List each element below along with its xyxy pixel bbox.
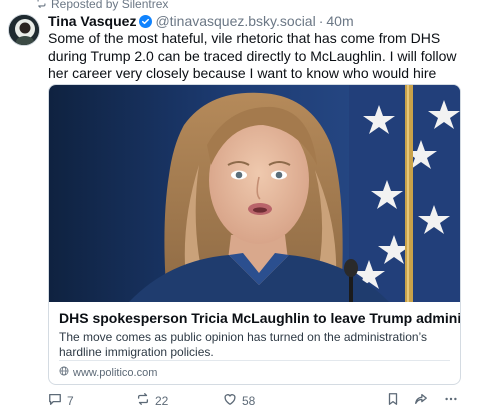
post-timestamp[interactable]: 40m xyxy=(326,13,353,30)
avatar[interactable] xyxy=(8,14,40,46)
like-icon xyxy=(223,392,237,408)
more-icon xyxy=(444,392,458,408)
repost-icon xyxy=(136,392,150,408)
like-count: 58 xyxy=(242,393,256,408)
link-card-divider xyxy=(59,360,450,361)
post-actions: 7 22 58 xyxy=(48,392,468,408)
separator-dot: · xyxy=(318,13,324,29)
like-button[interactable]: 58 xyxy=(223,392,255,408)
reply-button[interactable]: 7 xyxy=(48,392,74,408)
share-icon xyxy=(414,392,428,408)
reply-count: 7 xyxy=(67,393,74,408)
verified-icon xyxy=(139,15,153,28)
link-card-image xyxy=(49,85,460,302)
repost-icon xyxy=(36,0,47,11)
repost-label: Reposted by Silentrex xyxy=(51,0,169,11)
bookmark-button[interactable] xyxy=(386,392,400,408)
author-name[interactable]: Tina Vasquez xyxy=(48,13,136,30)
share-button[interactable] xyxy=(414,392,428,408)
reply-icon xyxy=(48,392,62,408)
author-handle[interactable]: @tinavasquez.bsky.social xyxy=(155,13,315,30)
bookmark-icon xyxy=(386,392,400,408)
repost-count: 22 xyxy=(155,393,169,408)
link-card[interactable]: DHS spokesperson Tricia McLaughlin to le… xyxy=(48,84,461,385)
more-options-button[interactable] xyxy=(444,392,458,408)
repost-button[interactable]: 22 xyxy=(136,392,168,408)
post-header: Tina Vasquez @tinavasquez.bsky.social · … xyxy=(48,13,467,30)
link-card-title: DHS spokesperson Tricia McLaughlin to le… xyxy=(59,310,461,326)
repost-indicator[interactable]: Reposted by Silentrex xyxy=(36,0,168,11)
globe-icon xyxy=(59,366,69,380)
link-card-description: The move comes as public opinion has tur… xyxy=(59,330,427,359)
link-card-domain: www.politico.com xyxy=(59,366,157,380)
link-card-domain-text: www.politico.com xyxy=(73,366,158,379)
